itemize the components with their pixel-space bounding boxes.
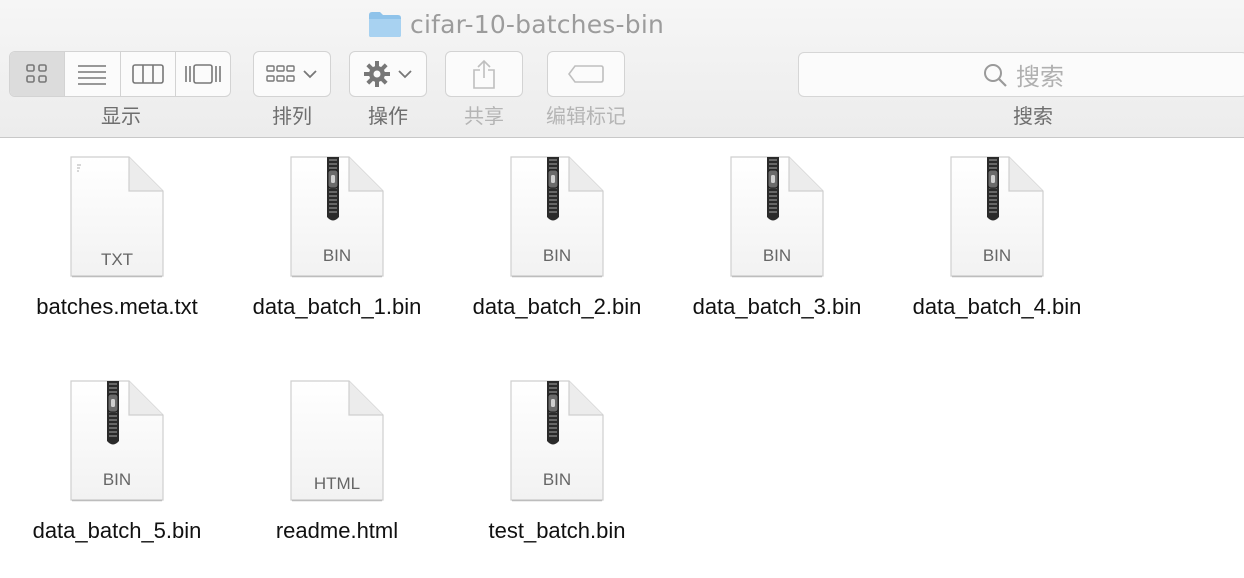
file-icon: BIN <box>507 378 607 504</box>
list-view-icon <box>78 65 107 85</box>
file-extension-label: BIN <box>762 246 792 265</box>
file-extension-label: HTML <box>313 474 361 493</box>
search-icon <box>984 63 1007 87</box>
file-item[interactable]: HTML readme.html <box>227 378 447 578</box>
chevron-down-icon <box>398 70 412 79</box>
file-name: data_batch_4.bin <box>912 294 1082 319</box>
file-icon: BIN <box>67 378 167 504</box>
file-item[interactable]: BIN data_batch_5.bin <box>7 378 227 578</box>
column-view-icon <box>131 64 164 84</box>
gallery-view-button[interactable] <box>176 52 230 96</box>
file-item[interactable]: BIN data_batch_4.bin <box>887 154 1107 354</box>
file-name: readme.html <box>275 518 399 543</box>
file-name: data_batch_3.bin <box>692 294 862 319</box>
file-extension-label: BIN <box>982 246 1012 265</box>
folder-icon <box>369 12 401 37</box>
list-view-button[interactable] <box>65 52 121 96</box>
file-name: data_batch_2.bin <box>472 294 642 319</box>
search-placeholder: 搜索 <box>1016 63 1064 91</box>
action-button[interactable] <box>349 51 427 97</box>
window-title: cifar-10-batches-bin <box>368 8 664 40</box>
file-extension-label: TXT <box>100 250 134 269</box>
file-extension-label: BIN <box>102 470 132 489</box>
gear-icon <box>364 61 390 87</box>
file-item[interactable]: BIN data_batch_2.bin <box>447 154 667 354</box>
view-label: 显示 <box>101 104 141 128</box>
file-item[interactable]: BIN data_batch_1.bin <box>227 154 447 354</box>
file-extension-label: BIN <box>542 470 572 489</box>
share-icon <box>473 59 495 89</box>
file-icon: BIN <box>727 154 827 280</box>
file-name: data_batch_1.bin <box>252 294 422 319</box>
search-field[interactable]: 搜索 <box>798 52 1244 97</box>
file-name: batches.meta.txt <box>36 294 198 319</box>
file-extension-label: BIN <box>322 246 352 265</box>
share-button[interactable] <box>445 51 523 97</box>
tag-icon <box>568 65 604 83</box>
file-item[interactable]: BIN data_batch_3.bin <box>667 154 887 354</box>
file-icon: BIN <box>947 154 1047 280</box>
edit-tags-label: 编辑标记 <box>546 104 626 128</box>
file-name: test_batch.bin <box>488 518 626 543</box>
search-label: 搜索 <box>1013 104 1053 128</box>
file-name: data_batch_5.bin <box>32 518 202 543</box>
view-mode-control <box>9 51 231 97</box>
file-icon: BIN <box>507 154 607 280</box>
icon-view-button[interactable] <box>10 52 66 96</box>
chevron-down-icon <box>303 70 317 79</box>
file-icon: BIN <box>287 154 387 280</box>
column-view-button[interactable] <box>121 52 176 96</box>
grid-view-icon <box>26 64 47 83</box>
file-icon: HTML <box>287 378 387 504</box>
gallery-view-icon <box>185 64 221 84</box>
arrange-grid-icon <box>266 65 295 82</box>
arrange-button[interactable] <box>253 51 331 97</box>
file-icon: TXT <box>67 154 167 280</box>
edit-tags-button[interactable] <box>547 51 625 97</box>
file-item[interactable]: BIN test_batch.bin <box>447 378 667 578</box>
file-extension-label: BIN <box>542 246 572 265</box>
window-title-text: cifar-10-batches-bin <box>410 9 665 39</box>
file-item[interactable]: TXT batches.meta.txt <box>7 154 227 354</box>
finder-toolbar: cifar-10-batches-bin 显示 排列 操作 共享 编辑标记 搜索… <box>0 0 1244 138</box>
